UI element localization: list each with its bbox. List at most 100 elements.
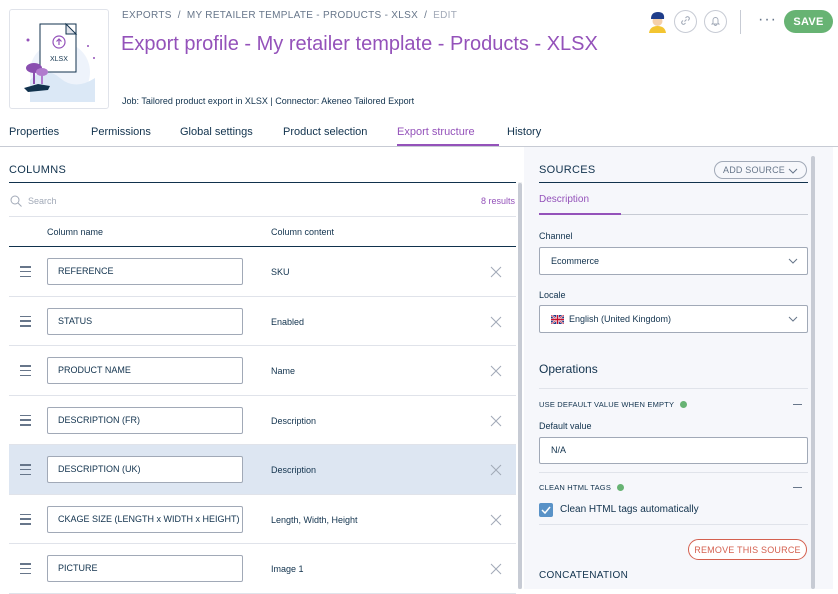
tab-history[interactable]: History: [507, 126, 541, 138]
table-row[interactable]: DESCRIPTION (FR) Description: [9, 396, 516, 445]
drag-handle-bar: [20, 473, 31, 475]
export-illustration: XLSX: [9, 9, 109, 109]
source-tab-description[interactable]: Description: [539, 194, 589, 205]
column-content: Image 1: [271, 564, 304, 574]
drag-handle-bar: [20, 270, 31, 273]
job-info: Job: Tailored product export in XLSX | C…: [122, 96, 415, 106]
channel-label: Channel: [539, 231, 573, 241]
breadcrumb-current: EDIT: [433, 10, 458, 21]
channel-select[interactable]: Ecommerce: [539, 247, 808, 275]
tab-product-selection[interactable]: Product selection: [283, 126, 367, 138]
sources-title-divider: [539, 182, 808, 183]
close-icon[interactable]: [490, 315, 502, 327]
table-row[interactable]: DESCRIPTION (UK) Description: [9, 445, 516, 495]
column-name-input[interactable]: PRODUCT NAME: [47, 357, 243, 384]
close-icon[interactable]: [490, 562, 502, 575]
drag-handle-icon[interactable]: [20, 513, 31, 525]
drag-handle-icon[interactable]: [20, 315, 31, 327]
chevron-down-icon: [788, 315, 798, 323]
column-name-input[interactable]: PICTURE: [47, 555, 243, 582]
close-icon[interactable]: [490, 414, 502, 426]
drag-handle-bar: [20, 424, 31, 426]
drag-handle-bar: [20, 365, 31, 367]
locale-value: English (United Kingdom): [569, 314, 672, 324]
default-value-label: Default value: [539, 421, 592, 431]
tab-permissions[interactable]: Permissions: [91, 126, 151, 138]
column-name-input[interactable]: DESCRIPTION (FR): [47, 406, 243, 434]
save-button[interactable]: SAVE: [784, 10, 833, 33]
table-row[interactable]: REFERENCE SKU: [9, 247, 516, 297]
breadcrumb-exports[interactable]: EXPORTS: [122, 10, 172, 21]
drag-handle-bar: [20, 320, 31, 322]
close-icon[interactable]: [490, 364, 502, 377]
breadcrumb-separator: /: [424, 10, 428, 21]
table-row[interactable]: PRODUCT NAME Name: [9, 346, 516, 396]
drag-handle-bar: [20, 513, 31, 515]
column-name-input[interactable]: REFERENCE: [47, 258, 243, 285]
status-dot: [617, 484, 625, 491]
drag-handle-icon[interactable]: [20, 464, 31, 475]
column-name-input[interactable]: CKAGE SIZE (LENGTH x WIDTH x HEIGHT): [47, 505, 243, 533]
locale-label: Locale: [539, 290, 566, 300]
results-count: 8 results: [481, 196, 516, 206]
drag-handle-bar: [20, 563, 31, 565]
columns-scrollbar[interactable]: [518, 183, 522, 589]
column-content: Enabled: [271, 316, 305, 327]
default-value-operation-label: USE DEFAULT VALUE WHEN EMPTY: [539, 400, 675, 409]
help-button[interactable]: [674, 10, 697, 33]
chevron-down-icon: [788, 257, 798, 265]
drag-handle-icon[interactable]: [20, 563, 31, 574]
column-name-input[interactable]: DESCRIPTION (UK): [47, 456, 243, 483]
notifications-button[interactable]: [704, 10, 727, 33]
add-source-button[interactable]: ADD SOURCE: [714, 161, 807, 179]
checkmark-icon: [541, 506, 551, 514]
column-name-header: Column name: [47, 227, 104, 237]
file-type-label: XLSX: [50, 56, 68, 63]
more-actions-button[interactable]: ···: [758, 10, 777, 30]
operation-divider: [539, 524, 808, 525]
column-content: Description: [271, 465, 317, 475]
drag-handle-icon[interactable]: [20, 266, 31, 277]
clean-html-checkbox-label[interactable]: Clean HTML tags automatically: [560, 504, 699, 515]
close-icon[interactable]: [490, 265, 502, 278]
clean-html-checkbox[interactable]: [539, 503, 553, 517]
locale-select[interactable]: English (United Kingdom): [539, 305, 808, 333]
column-name-input[interactable]: STATUS: [47, 307, 243, 335]
table-row[interactable]: CKAGE SIZE (LENGTH x WIDTH x HEIGHT) Leng…: [9, 495, 516, 544]
drag-handle-bar: [20, 275, 31, 277]
header-divider: [740, 10, 741, 34]
search-input[interactable]: Search: [28, 196, 57, 206]
chevron-down-icon: [788, 167, 798, 177]
collapse-clean-html-button[interactable]: [793, 487, 802, 488]
clean-html-operation-title: CLEAN HTML TAGS: [539, 483, 625, 492]
tab-export-structure[interactable]: Export structure: [397, 126, 475, 138]
drag-handle-icon[interactable]: [20, 414, 31, 426]
sources-scrollbar[interactable]: [811, 156, 815, 589]
remove-source-button[interactable]: REMOVE THIS SOURCE: [688, 539, 807, 560]
drag-handle-bar: [20, 414, 31, 416]
tab-properties[interactable]: Properties: [9, 126, 59, 138]
default-value-operation-title: USE DEFAULT VALUE WHEN EMPTY: [539, 400, 688, 409]
close-icon[interactable]: [490, 463, 502, 476]
drag-handle-bar: [20, 518, 31, 520]
sources-title: SOURCES: [539, 164, 596, 176]
table-row[interactable]: PICTURE Image 1: [9, 544, 516, 594]
column-content: Description: [271, 415, 317, 426]
active-source-tab-indicator: [539, 213, 621, 215]
drag-handle-bar: [20, 464, 31, 466]
close-icon[interactable]: [490, 513, 502, 525]
default-value-input[interactable]: N/A: [539, 437, 808, 464]
search-divider: [9, 216, 516, 217]
drag-handle-bar: [20, 468, 31, 471]
tab-global-settings[interactable]: Global settings: [180, 126, 253, 138]
drag-handle-icon[interactable]: [20, 365, 31, 376]
uk-flag-icon: [551, 314, 564, 324]
active-tab-indicator: [397, 144, 499, 146]
breadcrumb-profile[interactable]: MY RETAILER TEMPLATE - PRODUCTS - XLSX: [187, 10, 418, 21]
user-avatar[interactable]: [646, 10, 669, 33]
drag-handle-bar: [20, 369, 31, 372]
drag-handle-bar: [20, 266, 31, 268]
collapse-default-value-button[interactable]: [793, 404, 802, 405]
column-content: Length, Width, Height: [271, 514, 358, 525]
table-row[interactable]: STATUS Enabled: [9, 297, 516, 346]
